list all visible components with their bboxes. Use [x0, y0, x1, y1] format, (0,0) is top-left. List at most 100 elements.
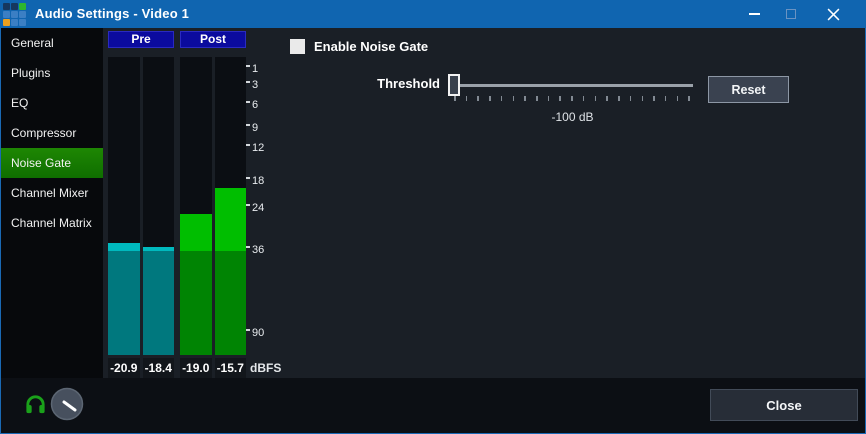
meter-bar-dark	[108, 251, 140, 355]
scale-label: 3	[252, 79, 258, 91]
window-title: Audio Settings - Video 1	[35, 0, 189, 28]
enable-noise-gate-checkbox[interactable]	[290, 39, 305, 54]
scale-tick	[246, 81, 250, 83]
slider-tick-mark	[571, 96, 573, 101]
meter-channel	[143, 57, 175, 355]
slider-tick-mark	[477, 96, 479, 101]
logo-cell	[11, 19, 18, 26]
slider-tick-mark	[665, 96, 667, 101]
slider-tick-mark	[559, 96, 561, 101]
slider-tick-mark	[454, 96, 456, 101]
sidebar-item-eq[interactable]: EQ	[1, 88, 103, 118]
scale-tick	[246, 204, 250, 206]
meter-channel	[180, 57, 212, 355]
meter-bar-bright	[143, 247, 175, 251]
slider-tick-mark	[489, 96, 491, 101]
sidebar-item-plugins[interactable]: Plugins	[1, 58, 103, 88]
meter-group-pre: Pre -20.9-18.4	[108, 31, 174, 376]
scale-tick	[246, 65, 250, 67]
sidebar: GeneralPluginsEQCompressorNoise GateChan…	[1, 28, 103, 378]
slider-tick-mark	[606, 96, 608, 101]
scale-tick	[246, 246, 250, 248]
slider-tick-mark	[513, 96, 515, 101]
meter-header-pre: Pre	[108, 31, 174, 48]
slider-tick-mark	[595, 96, 597, 101]
meter-unit-label: dBFS	[250, 358, 281, 379]
meter-value: -18.4	[143, 358, 175, 379]
scale-label: 6	[252, 99, 258, 111]
logo-cell	[19, 19, 26, 26]
headphones-icon[interactable]	[24, 393, 47, 416]
meter-columns	[180, 57, 246, 355]
slider-tick-mark	[688, 96, 690, 101]
close-window-button[interactable]	[811, 0, 855, 28]
meter-bar-dark	[180, 251, 212, 355]
logo-cell	[19, 11, 26, 18]
slider-tick-mark	[501, 96, 503, 101]
scale-label: 12	[252, 142, 264, 154]
sidebar-item-channel-matrix[interactable]: Channel Matrix	[1, 208, 103, 238]
footer-bar: Close	[1, 378, 865, 433]
scale-label: 90	[252, 327, 264, 339]
slider-tick-mark	[536, 96, 538, 101]
scale-tick	[246, 329, 250, 331]
meter-bar-bright	[215, 188, 247, 251]
scale-label: 36	[252, 244, 264, 256]
slider-tick-mark	[653, 96, 655, 101]
meter-bar-bright	[180, 214, 212, 251]
meter-columns	[108, 57, 174, 355]
threshold-slider-thumb[interactable]	[448, 74, 460, 96]
close-button[interactable]: Close	[710, 389, 858, 421]
minimize-button[interactable]	[735, 0, 773, 28]
sidebar-item-channel-mixer[interactable]: Channel Mixer	[1, 178, 103, 208]
meter-value: -15.7	[215, 358, 247, 379]
scale-tick	[246, 101, 250, 103]
enable-noise-gate-row: Enable Noise Gate	[290, 39, 428, 54]
slider-tick-mark	[583, 96, 585, 101]
maximize-button[interactable]	[772, 0, 810, 28]
titlebar[interactable]: Audio Settings - Video 1	[0, 0, 866, 28]
scale-label: 18	[252, 175, 264, 187]
maximize-icon	[786, 9, 796, 19]
sidebar-item-compressor[interactable]: Compressor	[1, 118, 103, 148]
content-panel: Pre-20.9-18.4Post-19.0-15.7 136912182436…	[103, 28, 865, 378]
logo-cell	[11, 3, 18, 10]
scale-tick	[246, 124, 250, 126]
scale-label: 9	[252, 122, 258, 134]
close-icon	[827, 8, 840, 21]
reset-button[interactable]: Reset	[708, 76, 789, 103]
minimize-icon	[749, 13, 760, 15]
meter-group-post: Post-19.0-15.7	[180, 31, 246, 376]
audio-settings-window: Audio Settings - Video 1 GeneralPluginsE…	[0, 0, 866, 434]
scale-tick	[246, 144, 250, 146]
scale-label: 1	[252, 63, 258, 75]
meter-bar-dark	[143, 251, 175, 355]
scale-tick	[246, 177, 250, 179]
monitor-volume-knob[interactable]	[50, 387, 84, 421]
audio-meters: Pre -20.9-18.4Post-19.0-15.7	[108, 31, 253, 376]
slider-tick-mark	[466, 96, 468, 101]
threshold-label: Threshold	[340, 76, 440, 91]
threshold-slider-ticks	[454, 96, 690, 101]
app-logo-icon	[3, 3, 26, 26]
meter-channel	[108, 57, 140, 355]
scale-label: 24	[252, 202, 264, 214]
slider-tick-mark	[677, 96, 679, 101]
meter-value: -19.0	[180, 358, 212, 379]
enable-noise-gate-label: Enable Noise Gate	[314, 39, 428, 54]
slider-tick-mark	[524, 96, 526, 101]
meter-scale: 13691218243690	[246, 54, 282, 352]
slider-tick-mark	[630, 96, 632, 101]
logo-cell	[3, 19, 10, 26]
threshold-value: -100 dB	[452, 110, 693, 124]
sidebar-item-noise-gate[interactable]: Noise Gate	[1, 148, 103, 178]
slider-tick-mark	[618, 96, 620, 101]
threshold-slider-track[interactable]	[452, 84, 693, 87]
slider-tick-mark	[642, 96, 644, 101]
meter-value: -20.9	[108, 358, 140, 379]
logo-cell	[3, 11, 10, 18]
logo-cell	[11, 11, 18, 18]
meter-channel	[215, 57, 247, 355]
meter-bar-bright	[108, 243, 140, 251]
sidebar-item-general[interactable]: General	[1, 28, 103, 58]
